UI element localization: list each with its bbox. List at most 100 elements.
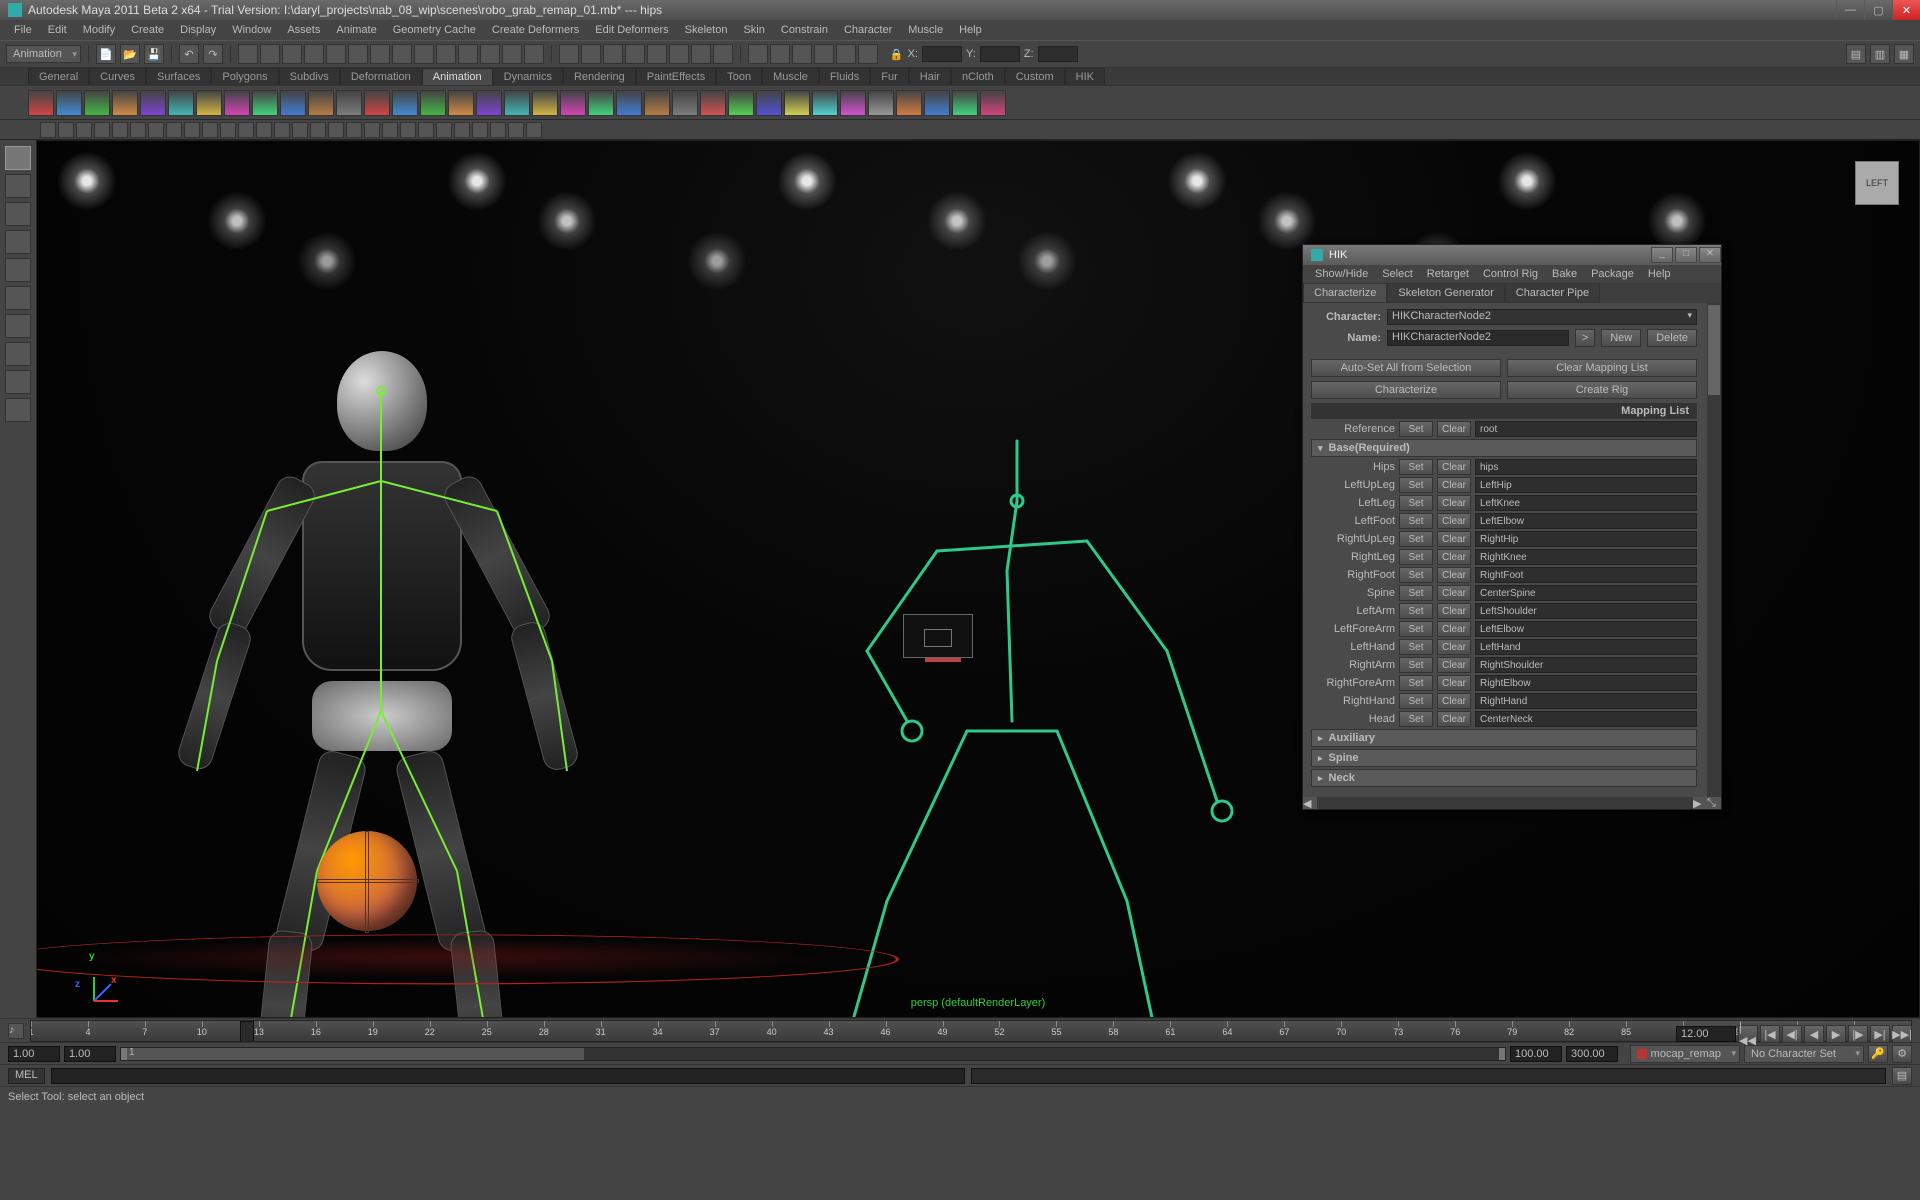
tool-settings-icon[interactable]: ▥ <box>1870 44 1890 64</box>
shelf-button-5[interactable] <box>168 90 194 116</box>
hik-map-clear-button[interactable]: Clear <box>1437 531 1471 547</box>
current-time-field[interactable] <box>1676 1026 1736 1042</box>
hik-tab-character-pipe[interactable]: Character Pipe <box>1505 283 1600 303</box>
shelf-tab-hik[interactable]: HIK <box>1065 68 1105 85</box>
redo-icon[interactable]: ↷ <box>203 44 223 64</box>
anim-start-field[interactable] <box>8 1046 60 1062</box>
hik-map-clear-button[interactable]: Clear <box>1437 603 1471 619</box>
hik-map-clear-button[interactable]: Clear <box>1437 675 1471 691</box>
snap-icon-0[interactable] <box>559 44 579 64</box>
hik-map-clear-button[interactable]: Clear <box>1437 693 1471 709</box>
panel-tool-icon-25[interactable] <box>490 122 506 138</box>
selection-mask-icon-0[interactable] <box>238 44 258 64</box>
anim-layer-dropdown[interactable]: mocap_remap <box>1630 1045 1740 1063</box>
shelf-button-0[interactable] <box>28 90 54 116</box>
hik-reference-value[interactable]: root <box>1475 421 1697 437</box>
time-slider[interactable]: ♪ 14710131619222528313437404346495255586… <box>0 1018 1920 1042</box>
hik-map-set-button[interactable]: Set <box>1399 639 1433 655</box>
panel-tool-icon-13[interactable] <box>274 122 290 138</box>
shelf-tab-ncloth[interactable]: nCloth <box>951 68 1005 85</box>
rotate-tool-icon[interactable] <box>5 258 31 282</box>
range-slider[interactable]: 1 <box>120 1047 1506 1061</box>
sound-icon[interactable]: ♪ <box>8 1023 24 1039</box>
panel-tool-icon-24[interactable] <box>472 122 488 138</box>
rewind-icon[interactable]: |◀◀ <box>1738 1025 1758 1043</box>
shelf-button-1[interactable] <box>56 90 82 116</box>
hik-menu-retarget[interactable]: Retarget <box>1421 268 1475 280</box>
hik-menu-help[interactable]: Help <box>1642 268 1677 280</box>
shelf-button-24[interactable] <box>700 90 726 116</box>
shelf-button-29[interactable] <box>840 90 866 116</box>
shelf-button-7[interactable] <box>224 90 250 116</box>
panel-tool-icon-7[interactable] <box>166 122 182 138</box>
step-fwd-key-icon[interactable]: |▶ <box>1848 1025 1868 1043</box>
shelf-button-25[interactable] <box>728 90 754 116</box>
hik-menu-show-hide[interactable]: Show/Hide <box>1309 268 1374 280</box>
selection-mask-icon-9[interactable] <box>436 44 456 64</box>
selection-mask-icon-10[interactable] <box>458 44 478 64</box>
hik-map-clear-button[interactable]: Clear <box>1437 495 1471 511</box>
hik-map-value[interactable]: hips <box>1475 459 1697 475</box>
panel-tool-icon-27[interactable] <box>526 122 542 138</box>
panel-tool-icon-21[interactable] <box>418 122 434 138</box>
shelf-button-34[interactable] <box>980 90 1006 116</box>
shelf-button-12[interactable] <box>364 90 390 116</box>
hik-map-set-button[interactable]: Set <box>1399 531 1433 547</box>
menu-modify[interactable]: Modify <box>75 24 123 36</box>
hik-horizontal-scrollbar[interactable]: ◀ ▶⤡ <box>1303 797 1721 809</box>
panel-tool-icon-4[interactable] <box>112 122 128 138</box>
hik-character-dropdown[interactable]: HIKCharacterNode2 <box>1387 309 1697 325</box>
shelf-button-26[interactable] <box>756 90 782 116</box>
hik-map-clear-button[interactable]: Clear <box>1437 459 1471 475</box>
selection-mask-icon-3[interactable] <box>304 44 324 64</box>
hik-go-button[interactable]: > <box>1575 329 1595 347</box>
shelf-button-11[interactable] <box>336 90 362 116</box>
fast-forward-icon[interactable]: ▶▶| <box>1892 1025 1912 1043</box>
hik-map-value[interactable]: CenterNeck <box>1475 711 1697 727</box>
playback-start-field[interactable] <box>64 1046 116 1062</box>
panel-tool-icon-19[interactable] <box>382 122 398 138</box>
render-icon-4[interactable] <box>836 44 856 64</box>
selection-mask-icon-6[interactable] <box>370 44 390 64</box>
hik-map-value[interactable]: LeftShoulder <box>1475 603 1697 619</box>
selection-mask-icon-11[interactable] <box>480 44 500 64</box>
shelf-button-23[interactable] <box>672 90 698 116</box>
panel-tool-icon-2[interactable] <box>76 122 92 138</box>
hik-map-value[interactable]: RightHip <box>1475 531 1697 547</box>
render-icon-5[interactable] <box>858 44 878 64</box>
hik-reference-clear-button[interactable]: Clear <box>1437 421 1471 437</box>
command-input[interactable] <box>51 1068 966 1084</box>
shelf-tab-toon[interactable]: Toon <box>716 68 762 85</box>
z-field[interactable] <box>1038 46 1078 62</box>
menu-skeleton[interactable]: Skeleton <box>677 24 736 36</box>
hik-map-value[interactable]: LeftHand <box>1475 639 1697 655</box>
hik-reference-set-button[interactable]: Set <box>1399 421 1433 437</box>
channel-box-icon[interactable]: ▦ <box>1894 44 1914 64</box>
hik-characterize-button[interactable]: Characterize <box>1311 381 1501 399</box>
open-scene-icon[interactable]: 📂 <box>120 44 140 64</box>
shelf-button-30[interactable] <box>868 90 894 116</box>
step-back-key-icon[interactable]: ◀| <box>1782 1025 1802 1043</box>
hik-base-section[interactable]: Base(Required) <box>1311 439 1697 457</box>
shelf-button-9[interactable] <box>280 90 306 116</box>
prefs-icon[interactable]: ⚙ <box>1892 1045 1912 1063</box>
hik-scrollbar[interactable] <box>1707 303 1721 797</box>
hik-map-set-button[interactable]: Set <box>1399 621 1433 637</box>
hik-tab-skeleton-generator[interactable]: Skeleton Generator <box>1387 283 1504 303</box>
menu-display[interactable]: Display <box>172 24 224 36</box>
snap-icon-4[interactable] <box>647 44 667 64</box>
save-scene-icon[interactable]: 💾 <box>144 44 164 64</box>
panel-tool-icon-5[interactable] <box>130 122 146 138</box>
hik-menu-bake[interactable]: Bake <box>1546 268 1583 280</box>
hik-map-set-button[interactable]: Set <box>1399 495 1433 511</box>
shelf-tab-rendering[interactable]: Rendering <box>563 68 636 85</box>
selection-mask-icon-7[interactable] <box>392 44 412 64</box>
hik-map-clear-button[interactable]: Clear <box>1437 549 1471 565</box>
hik-map-set-button[interactable]: Set <box>1399 711 1433 727</box>
shelf-button-18[interactable] <box>532 90 558 116</box>
undo-icon[interactable]: ↶ <box>179 44 199 64</box>
hik-map-value[interactable]: RightHand <box>1475 693 1697 709</box>
hik-map-set-button[interactable]: Set <box>1399 657 1433 673</box>
shelf-tab-subdivs[interactable]: Subdivs <box>279 68 340 85</box>
render-icon-1[interactable] <box>770 44 790 64</box>
